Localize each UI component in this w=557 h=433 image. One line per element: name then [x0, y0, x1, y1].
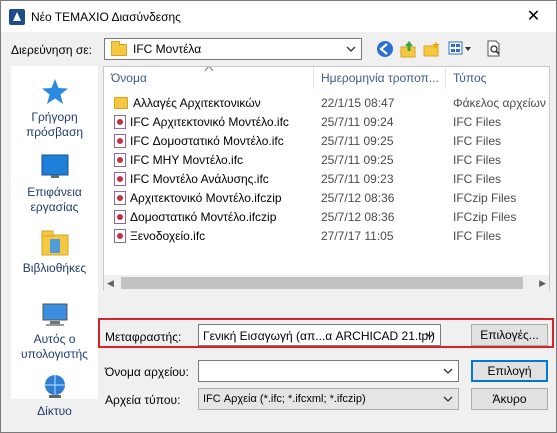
dialog-title: Νέο ΤΕΜΑΧΙΟ Διασύνδεσης: [31, 10, 181, 24]
folder-icon: [114, 97, 128, 109]
preview-icon: [487, 40, 500, 57]
file-type: IFCzip Files: [453, 210, 517, 224]
chevron-down-icon: [442, 393, 454, 405]
look-in-label: Διερεύνηση σε:: [11, 43, 92, 57]
file-name: Αρχιτεκτονικό Μοντέλο.ifczip: [130, 191, 282, 205]
folder-icon: [111, 41, 127, 56]
file-date: 27/7/17 11:05: [321, 229, 394, 243]
sort-ascending-icon: [204, 67, 214, 72]
file-type: IFC Files: [453, 134, 501, 148]
view-menu-icon: [448, 41, 471, 55]
horizontal-scrollbar[interactable]: ◀ ▶: [104, 275, 549, 291]
file-name: IFC ΜΗΥ Μοντέλο.ifc: [130, 153, 244, 167]
back-button[interactable]: [375, 39, 395, 59]
up-folder-button[interactable]: [399, 39, 419, 59]
file-list[interactable]: Όνομα Ημερομηνία τροποπ... Τύπος Αλλαγές…: [103, 66, 550, 291]
file-name: IFC Αρχιτεκτονικό Μοντέλο.ifc: [130, 115, 289, 129]
translator-value: Γενική Εισαγωγή (απ...α ARCHICAD 21.tpl): [203, 329, 435, 343]
look-in-combo[interactable]: IFC Μοντέλα: [104, 38, 362, 60]
file-date: 25/7/12 08:36: [321, 191, 395, 205]
list-item[interactable]: Αλλαγές Αρχιτεκτονικών 22/1/15 08:47 Φάκ…: [104, 94, 549, 113]
file-type: IFC Files: [453, 172, 501, 186]
place-this-pc[interactable]: Αυτός ο υπολογιστής: [11, 300, 98, 362]
ifc-file-icon: [114, 229, 126, 243]
file-name: IFC Δομοστατικό Μοντέλο.ifc: [130, 134, 284, 148]
file-date: 25/7/12 08:36: [321, 210, 395, 224]
file-date: 25/7/11 09:24: [321, 115, 394, 129]
place-network[interactable]: Δίκτυο: [11, 372, 98, 419]
view-menu-button[interactable]: [447, 39, 473, 59]
place-label: Γρήγορη πρόσβαση: [25, 110, 84, 139]
place-libraries[interactable]: Βιβλιοθήκες: [11, 229, 98, 276]
place-label: Επιφάνεια εργασίας: [27, 185, 82, 214]
archicad-app-icon: [9, 9, 25, 25]
look-in-value: IFC Μοντέλα: [133, 42, 202, 56]
file-type: IFC Files: [453, 153, 501, 167]
place-desktop[interactable]: Επιφάνεια εργασίας: [11, 153, 98, 215]
place-label: Βιβλιοθήκες: [22, 261, 87, 275]
file-type: IFC Files: [453, 115, 501, 129]
ifc-file-icon: [114, 134, 126, 148]
list-item[interactable]: IFC Μοντέλο Ανάλυσης.ifc 25/7/11 09:23 I…: [104, 170, 549, 189]
ifc-file-icon: [114, 115, 126, 129]
desktop-icon: [41, 154, 68, 178]
list-item[interactable]: Αρχιτεκτονικό Μοντέλο.ifczip 25/7/12 08:…: [104, 189, 549, 208]
column-header-type[interactable]: Τύπος: [446, 67, 549, 89]
file-date: 25/7/11 09:25: [321, 134, 394, 148]
network-icon: [44, 375, 65, 398]
this-pc-icon: [42, 303, 67, 326]
chevron-down-icon: [424, 329, 436, 341]
file-type-combo[interactable]: IFC Αρχεία (*.ifc; *.ifcxml; *.ifczip): [198, 388, 459, 410]
file-name-label: Όνομα αρχείου:: [105, 365, 189, 379]
file-type-label: Αρχεία τύπου:: [105, 393, 181, 407]
file-name: Δομοστατικό Μοντέλο.ifczip: [130, 210, 277, 224]
chevron-down-icon: [345, 43, 357, 55]
file-name-input[interactable]: [198, 360, 459, 382]
preview-button[interactable]: [484, 39, 504, 59]
chevron-down-icon: [442, 365, 454, 377]
new-hotlink-module-dialog: Νέο ΤΕΜΑΧΙΟ Διασύνδεσης ✕ Διερεύνηση σε:…: [0, 0, 557, 433]
ifczip-file-icon: [114, 191, 126, 205]
place-label: Δίκτυο: [37, 404, 72, 418]
libraries-icon: [41, 230, 68, 256]
list-item[interactable]: Ξενοδοχείο.ifc 27/7/17 11:05 IFC Files: [104, 227, 549, 246]
column-header-date[interactable]: Ημερομηνία τροποπ...: [314, 67, 446, 89]
ifc-file-icon: [114, 153, 126, 167]
title-bar: Νέο ΤΕΜΑΧΙΟ Διασύνδεσης ✕: [1, 1, 556, 32]
file-type: IFC Files: [453, 229, 501, 243]
translator-label: Μεταφραστής:: [105, 330, 182, 344]
column-header-name[interactable]: Όνομα: [104, 67, 314, 89]
options-button[interactable]: Επιλογές...: [471, 324, 548, 346]
back-icon: [377, 41, 393, 57]
up-folder-icon: [400, 41, 416, 58]
scroll-right-icon[interactable]: ▶: [539, 278, 546, 289]
ifc-file-icon: [114, 172, 126, 186]
list-item[interactable]: IFC ΜΗΥ Μοντέλο.ifc 25/7/11 09:25 IFC Fi…: [104, 151, 549, 170]
place-label: Αυτός ο υπολογιστής: [21, 332, 88, 361]
new-folder-icon: [423, 41, 440, 57]
places-bar: Γρήγορη πρόσβαση Επιφάνεια εργασίας Βιβλ…: [11, 66, 98, 418]
file-name: IFC Μοντέλο Ανάλυσης.ifc: [130, 172, 269, 186]
file-type-value: IFC Αρχεία (*.ifc; *.ifcxml; *.ifczip): [203, 393, 366, 405]
close-button[interactable]: ✕: [511, 1, 556, 32]
quick-access-star-icon: [41, 79, 68, 104]
ifczip-file-icon: [114, 210, 126, 224]
file-date: 25/7/11 09:23: [321, 172, 394, 186]
select-button[interactable]: Επιλογή: [471, 360, 548, 382]
new-folder-button[interactable]: [422, 39, 442, 59]
file-date: 25/7/11 09:25: [321, 153, 394, 167]
scrollbar-thumb[interactable]: [121, 277, 523, 289]
translator-combo[interactable]: Γενική Εισαγωγή (απ...α ARCHICAD 21.tpl): [198, 324, 441, 346]
list-item[interactable]: IFC Δομοστατικό Μοντέλο.ifc 25/7/11 09:2…: [104, 132, 549, 151]
file-name: Αλλαγές Αρχιτεκτονικών: [133, 96, 261, 110]
place-quick-access[interactable]: Γρήγορη πρόσβαση: [11, 78, 98, 140]
list-item[interactable]: IFC Αρχιτεκτονικό Μοντέλο.ifc 25/7/11 09…: [104, 113, 549, 132]
file-date: 22/1/15 08:47: [321, 96, 395, 110]
list-item[interactable]: Δομοστατικό Μοντέλο.ifczip 25/7/12 08:36…: [104, 208, 549, 227]
file-type: IFCzip Files: [453, 191, 517, 205]
file-name: Ξενοδοχείο.ifc: [130, 229, 206, 243]
cancel-button[interactable]: Άκυρο: [471, 388, 548, 410]
file-type: Φάκελος αρχείων: [453, 96, 546, 110]
scroll-left-icon[interactable]: ◀: [107, 278, 114, 289]
